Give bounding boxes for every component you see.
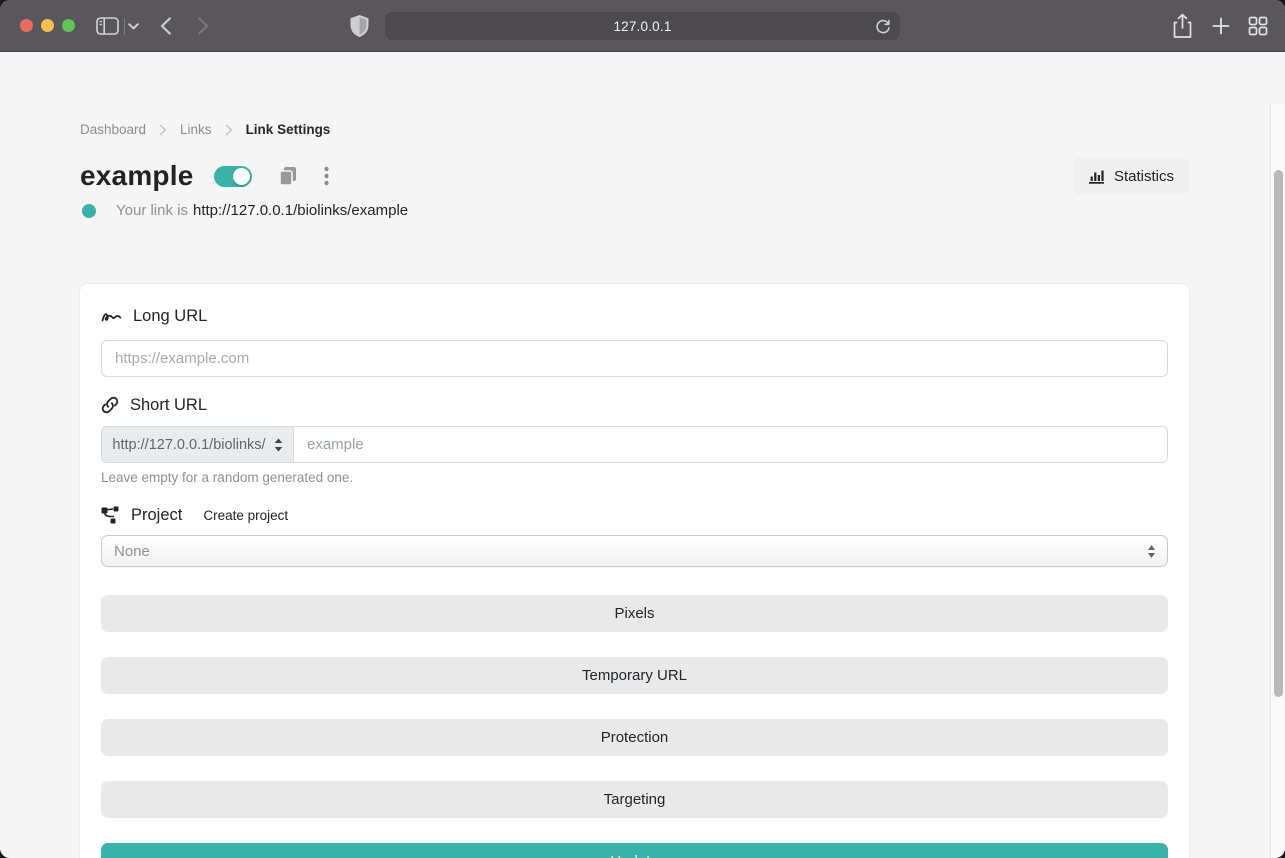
forward-icon[interactable] [197, 17, 209, 35]
close-window-button[interactable] [20, 19, 33, 32]
statistics-label: Statistics [1113, 167, 1174, 185]
status-dot [82, 203, 96, 218]
pixels-section-button[interactable]: Pixels [101, 595, 1168, 632]
project-selected-value: None [114, 542, 150, 560]
project-label-row: Project Create project [101, 504, 1168, 526]
page-title: example [80, 160, 194, 191]
window-controls [20, 19, 75, 32]
kebab-menu-icon[interactable] [324, 166, 330, 186]
statistics-button[interactable]: Statistics [1072, 158, 1189, 194]
breadcrumb: Dashboard Links Link Settings [80, 122, 330, 137]
new-tab-icon[interactable] [1212, 17, 1230, 35]
minimize-window-button[interactable] [41, 19, 54, 32]
shield-icon[interactable] [349, 14, 370, 38]
short-url-label-row: Short URL [101, 394, 1168, 416]
project-select[interactable]: None [101, 535, 1168, 567]
sidebar-icon[interactable] [96, 17, 119, 35]
select-arrows-icon [1147, 544, 1156, 563]
short-url-help: Leave empty for a random generated one. [101, 470, 354, 485]
temporary-url-section-button[interactable]: Temporary URL [101, 657, 1168, 694]
browser-toolbar: 127.0.0.1 [0, 0, 1285, 52]
link-icon [101, 396, 119, 414]
short-url-input-group: http://127.0.0.1/biolinks/ [101, 426, 1168, 463]
address-bar-url: 127.0.0.1 [613, 18, 672, 34]
breadcrumb-dashboard[interactable]: Dashboard [80, 122, 146, 137]
reload-icon[interactable] [875, 18, 891, 40]
short-url-domain-select[interactable]: http://127.0.0.1/biolinks/ [101, 426, 294, 463]
back-icon[interactable] [160, 17, 172, 35]
toggle-knob [233, 167, 251, 185]
breadcrumb-separator-icon [159, 124, 167, 136]
chevron-down-icon[interactable] [128, 23, 139, 30]
long-url-label: Long URL [133, 306, 208, 325]
long-url-input[interactable] [101, 340, 1168, 377]
browser-window: 127.0.0.1 Dashboard Links Link Settings … [0, 0, 1285, 858]
link-settings-card: Long URL Short URL http://127.0.0.1/biol… [80, 284, 1189, 858]
your-link-url[interactable]: http://127.0.0.1/biolinks/example [193, 202, 408, 219]
long-url-label-row: Long URL [101, 305, 1168, 327]
link-enabled-toggle[interactable] [214, 165, 253, 187]
zoom-window-button[interactable] [62, 19, 75, 32]
project-label: Project [131, 505, 183, 524]
targeting-section-button[interactable]: Targeting [101, 781, 1168, 818]
breadcrumb-links[interactable]: Links [180, 122, 212, 137]
project-label-group: Project [101, 504, 182, 526]
tab-overview-icon[interactable] [1248, 16, 1268, 36]
scrollbar-track[interactable] [1270, 104, 1285, 858]
address-bar[interactable]: 127.0.0.1 [384, 11, 901, 41]
updown-arrows-icon [274, 438, 282, 451]
bar-chart-icon [1088, 170, 1104, 184]
create-project-link[interactable]: Create project [203, 508, 288, 523]
scrollbar-thumb[interactable] [1274, 170, 1283, 697]
protection-section-button[interactable]: Protection [101, 719, 1168, 756]
your-link-prefix: Your link is [116, 202, 188, 219]
short-url-label: Short URL [130, 395, 208, 414]
title-row: example Statistics [80, 156, 1189, 196]
share-icon[interactable] [1172, 13, 1193, 39]
breadcrumb-separator-icon [225, 124, 233, 136]
squiggle-icon [101, 313, 122, 322]
update-button[interactable]: Update [101, 843, 1168, 858]
short-url-input[interactable] [294, 426, 1168, 463]
breadcrumb-link-settings: Link Settings [245, 122, 331, 137]
short-url-domain: http://127.0.0.1/biolinks/ [112, 436, 266, 453]
project-diagram-icon [101, 506, 119, 524]
duplicate-icon[interactable] [279, 166, 297, 186]
toolbar-divider [124, 18, 125, 35]
your-link-row: Your link is http://127.0.0.1/biolinks/e… [82, 202, 408, 219]
page-content: Dashboard Links Link Settings example St… [0, 52, 1285, 858]
